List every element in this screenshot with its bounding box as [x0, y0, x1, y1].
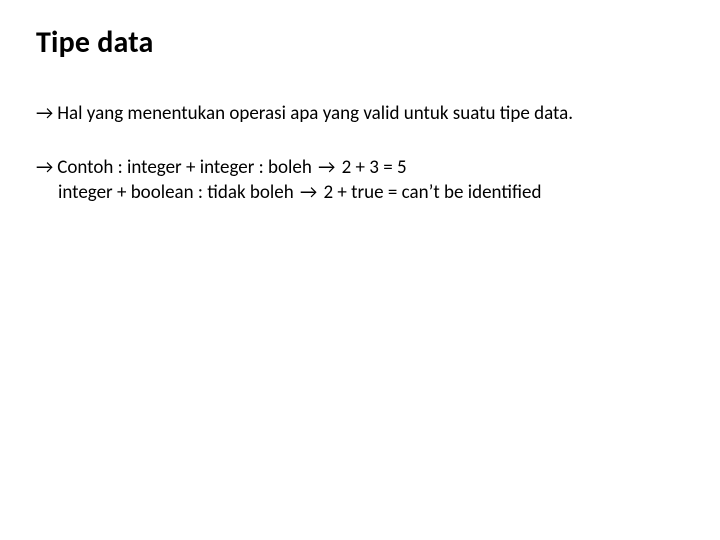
- bullet-2-line-1-post: 2 + 3 = 5: [337, 156, 406, 179]
- bullet-2-line-1-pre: Contoh : integer + integer : boleh: [57, 156, 316, 179]
- bullet-1-text: Hal yang menentukan operasi apa yang val…: [57, 101, 684, 127]
- slide: Tipe data → Hal yang menentukan operasi …: [0, 0, 720, 540]
- bullet-2-row-1: → Contoh : integer + integer : boleh → 2…: [36, 155, 684, 181]
- arrow-right-icon: →: [316, 156, 337, 179]
- bullet-2-line-2: integer + boolean : tidak boleh → 2 + tr…: [58, 180, 684, 206]
- bullet-2-line-1: Contoh : integer + integer : boleh → 2 +…: [57, 155, 684, 181]
- arrow-right-icon: →: [298, 181, 319, 204]
- bullet-2-line-2-post: 2 + true = can’t be identified: [319, 181, 541, 204]
- bullet-2-line-2-pre: integer + boolean : tidak boleh: [58, 181, 298, 204]
- slide-title: Tipe data: [36, 24, 684, 61]
- arrow-right-icon: →: [36, 155, 53, 181]
- bullet-1-row: → Hal yang menentukan operasi apa yang v…: [36, 101, 684, 127]
- bullet-1: → Hal yang menentukan operasi apa yang v…: [36, 101, 684, 127]
- arrow-right-icon: →: [36, 101, 53, 127]
- bullet-2: → Contoh : integer + integer : boleh → 2…: [36, 155, 684, 206]
